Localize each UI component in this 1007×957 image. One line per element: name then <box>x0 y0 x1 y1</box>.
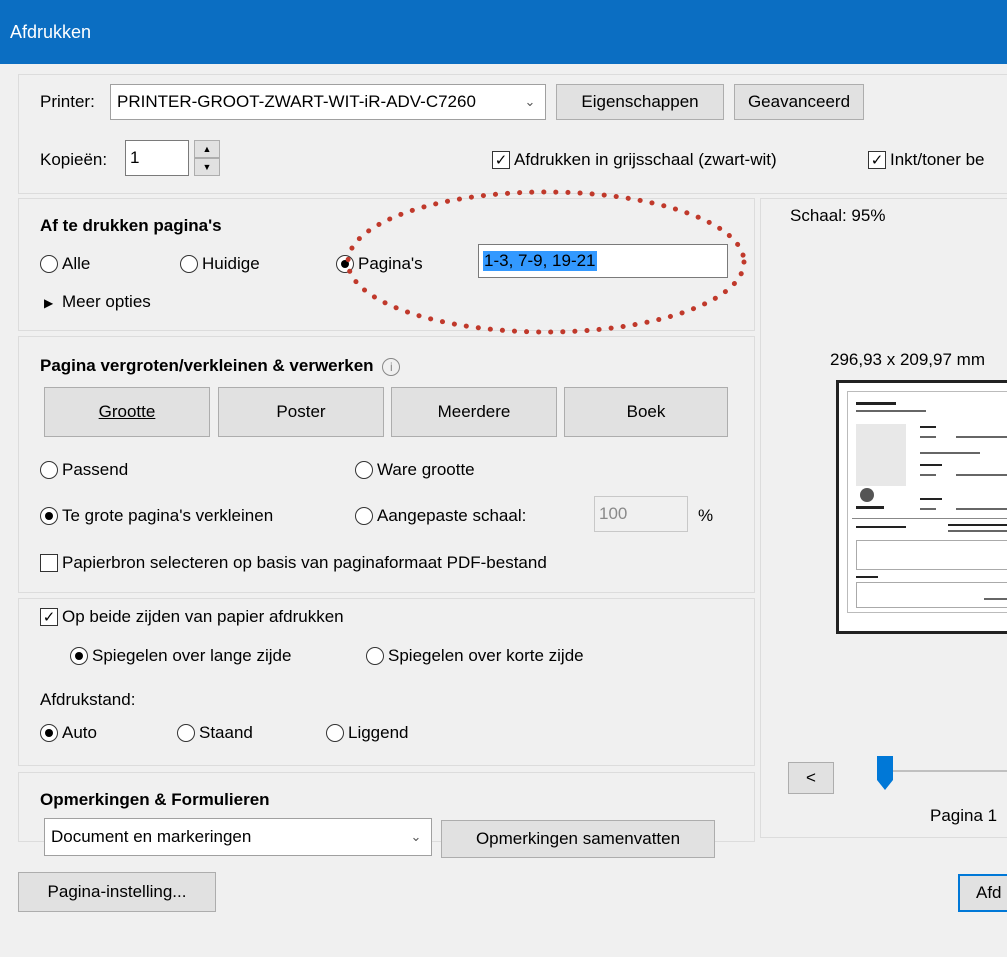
stepper-up-icon[interactable]: ▲ <box>194 140 220 158</box>
more-options-toggle[interactable]: ▶ Meer opties <box>44 292 151 312</box>
copies-value: 1 <box>130 148 140 167</box>
page-preview <box>836 380 1007 634</box>
pages-heading: Af te drukken pagina's <box>40 216 222 235</box>
pages-current-radio[interactable]: Huidige <box>180 254 260 274</box>
chevron-down-icon: ⌄ <box>410 829 422 844</box>
title-bar: Afdrukken <box>0 0 1007 64</box>
ink-saving-checkbox[interactable]: ✓ Inkt/toner be <box>868 150 985 170</box>
fit-radio[interactable]: Passend <box>40 460 128 480</box>
printer-select-value: PRINTER-GROOT-ZWART-WIT-iR-ADV-C7260 <box>117 92 476 111</box>
custom-scale-label: Aangepaste schaal: <box>377 506 527 525</box>
custom-scale-input[interactable]: 100 <box>594 496 688 532</box>
page-setup-button[interactable]: Pagina-instelling... <box>18 872 216 912</box>
shrink-radio[interactable]: Te grote pagina's verkleinen <box>40 506 273 526</box>
flip-long-edge-label: Spiegelen over lange zijde <box>92 646 292 665</box>
custom-scale-value: 100 <box>599 504 628 523</box>
paper-source-checkbox[interactable]: Papierbron selecteren op basis van pagin… <box>40 553 547 573</box>
shrink-label: Te grote pagina's verkleinen <box>62 506 274 525</box>
pages-current-label: Huidige <box>202 254 260 273</box>
more-options-label: Meer opties <box>61 292 151 311</box>
printer-select[interactable]: PRINTER-GROOT-ZWART-WIT-iR-ADV-C7260 ⌄ <box>110 84 546 120</box>
grayscale-label: Afdrukken in grijsschaal (zwart-wit) <box>514 150 777 169</box>
duplex-label: Op beide zijden van papier afdrukken <box>62 607 344 626</box>
page-indicator: Pagina 1 <box>930 806 998 825</box>
previous-page-button[interactable]: < <box>788 762 834 794</box>
sizing-heading: Pagina vergroten/verkleinen & verwerken … <box>40 356 401 376</box>
orientation-landscape-label: Liggend <box>348 723 409 742</box>
triangle-right-icon: ▶ <box>44 296 54 310</box>
copies-input[interactable]: 1 <box>125 140 189 176</box>
ink-saving-label: Inkt/toner be <box>890 150 985 169</box>
paper-source-label: Papierbron selecteren op basis van pagin… <box>62 553 547 572</box>
flip-long-edge-radio[interactable]: Spiegelen over lange zijde <box>70 646 291 666</box>
summarize-comments-button[interactable]: Opmerkingen samenvatten <box>441 820 715 858</box>
info-icon: i <box>382 358 401 376</box>
orientation-portrait-radio[interactable]: Staand <box>177 723 253 743</box>
orientation-portrait-label: Staand <box>199 723 253 742</box>
fit-label: Passend <box>62 460 129 479</box>
advanced-button[interactable]: Geavanceerd <box>734 84 864 120</box>
orientation-label: Afdrukstand: <box>40 690 136 709</box>
page-slider-track[interactable] <box>878 770 1007 772</box>
comments-select-value: Document en markeringen <box>51 827 252 846</box>
flip-short-edge-radio[interactable]: Spiegelen over korte zijde <box>366 646 584 666</box>
window-title: Afdrukken <box>10 22 92 42</box>
orientation-auto-radio[interactable]: Auto <box>40 723 97 743</box>
actual-size-radio[interactable]: Ware grootte <box>355 460 475 480</box>
checkmark-icon: ✓ <box>40 608 58 626</box>
preview-page-content <box>847 391 1007 613</box>
properties-button[interactable]: Eigenschappen <box>556 84 724 120</box>
custom-scale-radio[interactable]: Aangepaste schaal: <box>355 506 526 526</box>
flip-short-edge-label: Spiegelen over korte zijde <box>388 646 584 665</box>
print-button[interactable]: Afd <box>958 874 1007 912</box>
printer-label: Printer: <box>40 92 95 111</box>
copies-stepper[interactable]: ▲ ▼ <box>194 140 220 176</box>
poster-button[interactable]: Poster <box>218 387 384 437</box>
comments-select[interactable]: Document en markeringen ⌄ <box>44 818 432 856</box>
multiple-button[interactable]: Meerdere <box>391 387 557 437</box>
copies-label: Kopieën: <box>40 150 108 169</box>
booklet-button[interactable]: Boek <box>564 387 728 437</box>
chevron-down-icon: ⌄ <box>524 94 536 109</box>
preview-logo <box>860 488 874 502</box>
preview-image-placeholder <box>856 424 906 486</box>
orientation-landscape-radio[interactable]: Liggend <box>326 723 409 743</box>
pages-all-label: Alle <box>62 254 91 273</box>
comments-heading: Opmerkingen & Formulieren <box>40 790 270 809</box>
page-slider-thumb[interactable] <box>877 756 893 790</box>
checkmark-icon: ✓ <box>492 151 510 169</box>
grayscale-checkbox[interactable]: ✓ Afdrukken in grijsschaal (zwart-wit) <box>492 150 777 170</box>
scale-label: Schaal: 95% <box>790 206 886 225</box>
percent-label: % <box>698 506 714 525</box>
paper-dimensions: 296,93 x 209,97 mm <box>830 350 985 369</box>
pages-all-radio[interactable]: Alle <box>40 254 90 274</box>
size-button[interactable]: Grootte <box>44 387 210 437</box>
orientation-auto-label: Auto <box>62 723 97 742</box>
duplex-checkbox[interactable]: ✓ Op beide zijden van papier afdrukken <box>40 607 344 627</box>
checkmark-icon: ✓ <box>868 151 886 169</box>
annotation-ellipse <box>345 189 747 335</box>
stepper-down-icon[interactable]: ▼ <box>194 158 220 176</box>
actual-size-label: Ware grootte <box>377 460 475 479</box>
